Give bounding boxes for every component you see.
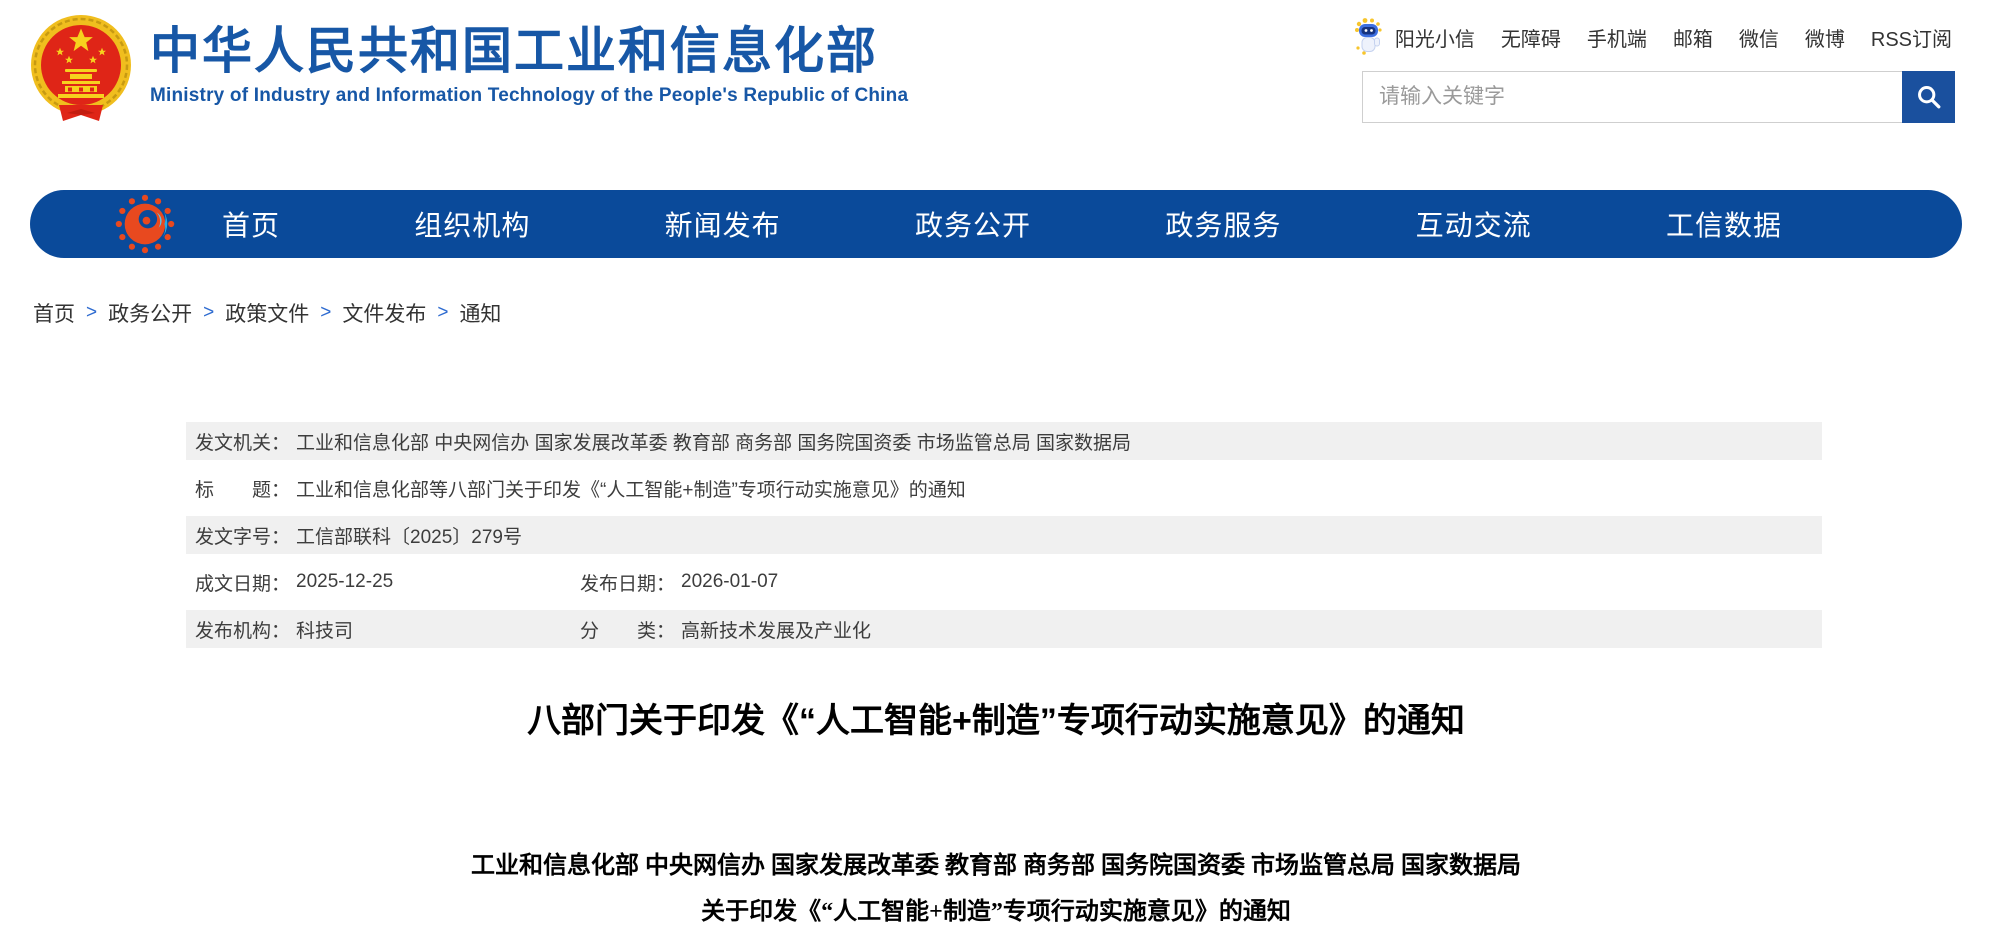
breadcrumb-item[interactable]: 首页 [33, 298, 75, 328]
search-bar [1362, 71, 1955, 123]
sunshine-robot-icon [1351, 18, 1385, 56]
doc-meta-row: 发文字号：工信部联科〔2025〕279号 [186, 516, 1822, 554]
doc-meta-value: 工业和信息化部等八部门关于印发《“人工智能+制造”专项行动实施意见》的通知 [296, 475, 966, 502]
doc-meta-value: 工信部联科〔2025〕279号 [296, 522, 522, 549]
breadcrumb-separator: > [203, 302, 214, 324]
page: 中华人民共和国工业和信息化部 Ministry of Industry and … [0, 0, 1992, 927]
doc-meta-value: 高新技术发展及产业化 [681, 616, 871, 643]
search-input[interactable] [1363, 72, 1902, 122]
doc-meta-row: 发布机构：科技司分 类：高新技术发展及产业化 [186, 610, 1822, 648]
article-title: 八部门关于印发《“人工智能+制造”专项行动实施意见》的通知 [0, 693, 1992, 742]
doc-meta-cell: 发文机关：工业和信息化部 中央网信办 国家发展改革委 教育部 商务部 国务院国资… [195, 428, 1131, 455]
breadcrumb-item[interactable]: 通知 [459, 298, 501, 328]
topbar-link[interactable]: 微博 [1805, 23, 1845, 52]
search-button[interactable] [1902, 71, 1955, 123]
doc-meta-label: 成文日期： [195, 569, 290, 596]
site-title-en: Ministry of Industry and Information Tec… [150, 85, 908, 107]
article-body: 工业和信息化部 中央网信办 国家发展改革委 教育部 商务部 国务院国资委 市场监… [0, 851, 1992, 927]
breadcrumb: 首页 > 政务公开 > 政策文件 > 文件发布 > 通知 [33, 298, 501, 328]
breadcrumb-item[interactable]: 政策文件 [225, 298, 309, 328]
doc-meta-cell: 发布日期： 2026-01-07 [580, 569, 778, 596]
nav-item[interactable]: 首页 [222, 204, 280, 244]
site-brand[interactable]: 中华人民共和国工业和信息化部 Ministry of Industry and … [150, 22, 908, 107]
nav-item[interactable]: 工信数据 [1666, 204, 1782, 244]
doc-meta-label: 标 题： [195, 475, 290, 502]
doc-meta-label: 发文机关： [195, 428, 290, 455]
topbar-link[interactable]: 手机端 [1587, 23, 1647, 52]
topbar-link[interactable]: 阳光小信 [1395, 23, 1475, 52]
nav-item[interactable]: 政务公开 [915, 204, 1031, 244]
breadcrumb-item[interactable]: 政务公开 [108, 298, 192, 328]
doc-meta-value: 2026-01-07 [681, 571, 778, 593]
doc-meta-row: 成文日期： 2025-12-25 发布日期： 2026-01-07 [186, 563, 1822, 601]
article-body-line: 关于印发《“人工智能+制造”专项行动实施意见》的通知 [0, 897, 1992, 927]
site-title-cn: 中华人民共和国工业和信息化部 [150, 22, 908, 80]
topbar-link[interactable]: RSS订阅 [1871, 23, 1952, 52]
doc-meta-value: 工业和信息化部 中央网信办 国家发展改革委 教育部 商务部 国务院国资委 市场监… [296, 428, 1131, 455]
topbar-links: 阳光小信无障碍手机端邮箱微信微博 RSS订阅 [1351, 18, 1952, 56]
breadcrumb-item[interactable]: 文件发布 [342, 298, 426, 328]
topbar-link[interactable]: 无障碍 [1501, 23, 1561, 52]
doc-meta-label: 发文字号： [195, 522, 290, 549]
nav-item[interactable]: 新闻发布 [665, 204, 781, 244]
doc-meta-cell: 发布机构：科技司 [195, 616, 580, 643]
doc-meta-value: 科技司 [296, 616, 353, 643]
doc-meta-row: 标 题：工业和信息化部等八部门关于印发《“人工智能+制造”专项行动实施意见》的通… [186, 469, 1822, 507]
breadcrumb-separator: > [86, 302, 97, 324]
nav-item[interactable]: 组织机构 [414, 204, 530, 244]
nav-item-list: 首页 组织机构 新闻发布 政务公开 政务服务 互动交流 工信数据 [222, 204, 1782, 244]
breadcrumb-separator: > [320, 302, 331, 324]
topbar-link[interactable]: 邮箱 [1673, 23, 1713, 52]
doc-meta-cell: 成文日期： 2025-12-25 [195, 569, 580, 596]
nav-item[interactable]: 政务服务 [1165, 204, 1281, 244]
doc-meta-cell: 标 题：工业和信息化部等八部门关于印发《“人工智能+制造”专项行动实施意见》的通… [195, 475, 966, 502]
nav-item[interactable]: 互动交流 [1416, 204, 1532, 244]
main-nav: 首页 组织机构 新闻发布 政务公开 政务服务 互动交流 工信数据 [30, 190, 1962, 258]
article-body-line: 工业和信息化部 中央网信办 国家发展改革委 教育部 商务部 国务院国资委 市场监… [0, 851, 1992, 881]
breadcrumb-separator: > [437, 302, 448, 324]
doc-meta-cell: 发文字号：工信部联科〔2025〕279号 [195, 522, 522, 549]
doc-meta-label: 发布机构： [195, 616, 290, 643]
doc-meta-label: 发布日期： [580, 569, 675, 596]
doc-meta-table: 发文机关：工业和信息化部 中央网信办 国家发展改革委 教育部 商务部 国务院国资… [186, 422, 1822, 657]
miit-logo-icon [114, 193, 176, 255]
topbar-link[interactable]: 微信 [1739, 23, 1779, 52]
search-icon [1914, 82, 1944, 112]
doc-meta-value: 2025-12-25 [296, 571, 393, 593]
topbar-link-list: 阳光小信无障碍手机端邮箱微信微博 RSS订阅 [1395, 23, 1952, 52]
doc-meta-label: 分 类： [580, 616, 675, 643]
doc-meta-row: 发文机关：工业和信息化部 中央网信办 国家发展改革委 教育部 商务部 国务院国资… [186, 422, 1822, 460]
national-emblem-icon[interactable] [27, 13, 135, 129]
doc-meta-cell: 分 类：高新技术发展及产业化 [580, 616, 871, 643]
